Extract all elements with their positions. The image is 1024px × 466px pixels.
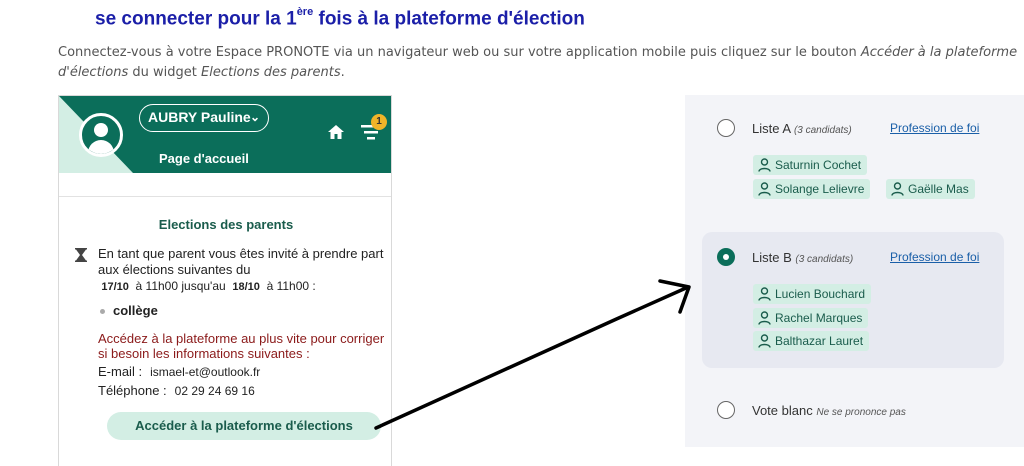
candidate-chip: Gaëlle Mas [886, 179, 975, 199]
user-selector[interactable]: AUBRY Pauline ⌄ [139, 104, 269, 132]
list-a-name: Liste A (3 candidats) [752, 121, 852, 136]
date-to: 18/10 [232, 281, 260, 293]
candidate-chip: Balthazar Lauret [753, 331, 870, 351]
divider [59, 196, 391, 197]
person-icon [758, 287, 771, 301]
list-b-name: Liste B (3 candidats) [752, 250, 854, 265]
widget-title: Elections des parents [158, 217, 294, 232]
list-b-profession-link[interactable]: Profession de foi [890, 250, 979, 264]
person-icon [758, 158, 771, 172]
user-avatar-icon[interactable] [79, 113, 123, 157]
person-icon [891, 182, 904, 196]
radio-list-a[interactable] [717, 119, 735, 137]
person-icon [758, 311, 771, 325]
page-heading: se connecter pour la 1ère fois à la plat… [95, 6, 585, 30]
person-icon [758, 182, 771, 196]
hourglass-icon [75, 248, 87, 262]
date-from: 17/10 [101, 281, 129, 293]
home-icon[interactable] [327, 123, 345, 141]
radio-list-b[interactable] [717, 248, 735, 266]
page-label: Page d'accueil [159, 151, 249, 166]
school-item: collège [100, 303, 158, 318]
phone-value: 02 29 24 69 16 [174, 384, 255, 398]
candidate-chip: Rachel Marques [753, 308, 869, 328]
intro-text: Connectez-vous à votre Espace PRONOTE vi… [58, 45, 1018, 80]
blank-vote-label: Vote blanc Ne se prononce pas [752, 403, 906, 418]
email-row: E-mail : ismael-et@outlook.fr [98, 364, 261, 379]
access-election-platform-button[interactable]: Accéder à la plateforme d'élections [107, 412, 381, 440]
candidate-chip: Saturnin Cochet [753, 155, 868, 175]
warning-text: Accédez à la plateforme au plus vite pou… [98, 331, 385, 361]
candidate-chip: Solange Lelievre [753, 179, 871, 199]
widget-header: AUBRY Pauline ⌄ Page d'accueil 1 [59, 96, 391, 173]
election-invite: En tant que parent vous êtes invité à pr… [98, 246, 388, 295]
phone-row: Téléphone :02 29 24 69 16 [98, 383, 255, 398]
chevron-down-icon: ⌄ [249, 110, 260, 124]
person-icon [758, 334, 771, 348]
candidate-chip: Lucien Bouchard [753, 284, 872, 304]
list-a-profession-link[interactable]: Profession de foi [890, 121, 979, 135]
email-value: ismael-et@outlook.fr [150, 365, 261, 379]
bullet-icon [100, 309, 105, 315]
election-dates: 17/10 à 11h00 jusqu'au 18/10 à 11h00 : [101, 279, 316, 293]
invite-text: En tant que parent vous êtes invité à pr… [98, 246, 384, 277]
pronote-widget: AUBRY Pauline ⌄ Page d'accueil 1 Election… [58, 95, 392, 466]
radio-blank-vote[interactable] [717, 401, 735, 419]
notification-badge: 1 [371, 114, 387, 130]
